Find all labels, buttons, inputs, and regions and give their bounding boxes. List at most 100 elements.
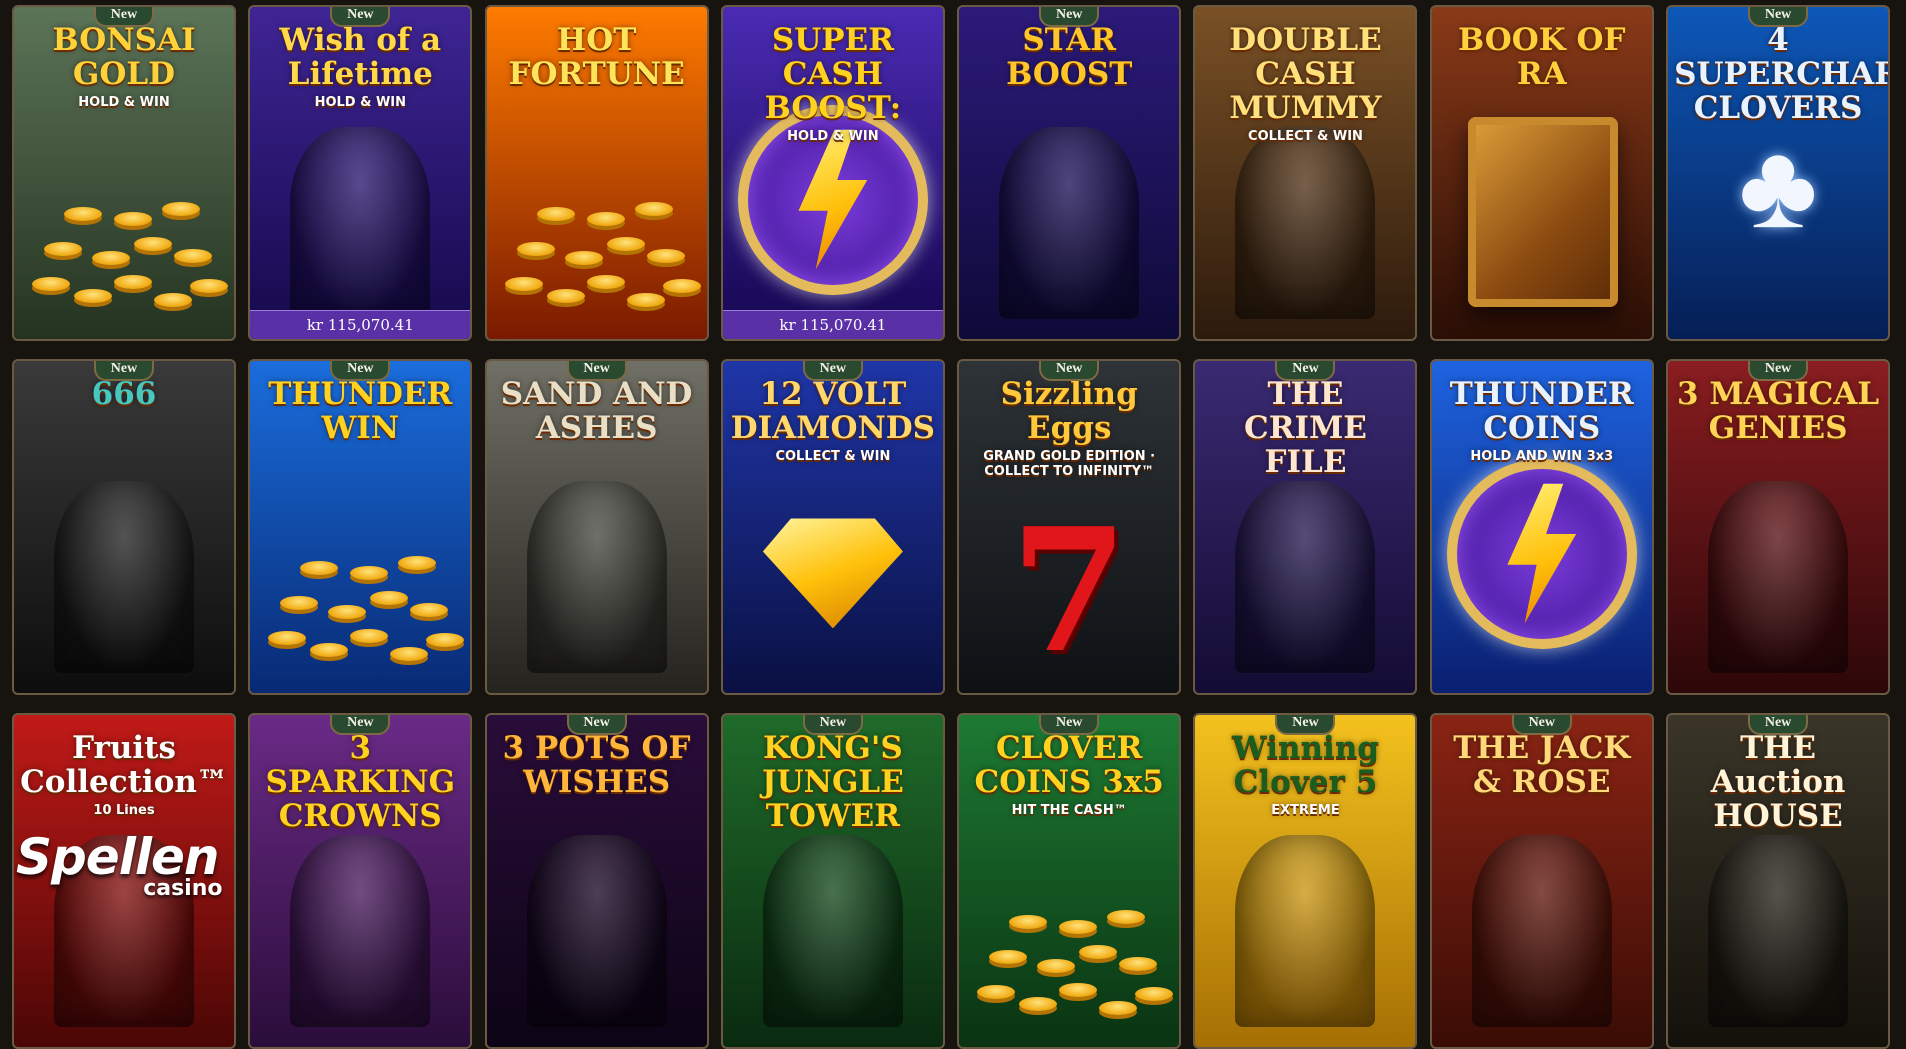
game-title-text: SAND AND ASHES [500,376,693,446]
gold-coin-icon [44,242,82,256]
gold-coin-icon [586,275,625,289]
game-tile[interactable]: DOUBLE CASH MUMMY COLLECT & WIN [1193,5,1418,341]
new-badge: New [1275,715,1336,735]
gold-coin-icon [1079,945,1118,959]
game-title: 3 MAGICAL GENIES [1668,377,1888,445]
game-tile[interactable]: New 666 [12,359,236,695]
game-tile[interactable]: BOOK OF RA [1429,5,1654,341]
game-subtitle: HOLD & WIN [314,95,407,110]
game-tile[interactable]: New 3 MAGICAL GENIES [1666,359,1891,695]
game-subtitle: HOLD & WIN [78,95,170,110]
game-tile[interactable]: New THE Auction HOUSE [1666,713,1891,1049]
game-tile[interactable]: SUPER CASH BOOST: HOLD & WIN kr 115,070.41 [720,5,945,341]
gold-coin-icon [268,631,307,645]
jackpot-amount: kr 115,070.41 [722,310,943,339]
gold-coin-icon [190,279,228,293]
game-title-text: 3 POTS OF WISHES [502,730,691,800]
game-tile[interactable]: New THE JACK & ROSE [1429,713,1654,1049]
game-title: Wish of a Lifetime HOLD & WIN [250,23,470,110]
gold-coin-icon [1037,959,1076,973]
game-tile[interactable]: HOT FORTUNE [484,5,709,341]
gold-coin-icon [626,293,665,307]
game-title-text: DOUBLE CASH MUMMY [1229,22,1382,126]
game-subtitle: HOLD & WIN [787,129,879,144]
gold-coin-icon [546,289,585,303]
gold-coin-icon [516,242,555,256]
gold-coin-icon [390,647,429,661]
game-tile[interactable]: New KONG'S JUNGLE TOWER [720,713,945,1049]
new-badge: New [1748,7,1809,27]
game-title: Sizzling Eggs GRAND GOLD EDITION · COLLEC… [959,377,1179,479]
book-icon [1467,117,1618,307]
logo-subtitle: casino [143,876,223,901]
game-title-text: THE JACK & ROSE [1453,730,1631,800]
game-tile[interactable]: New 12 VOLT DIAMONDS COLLECT & WIN [720,359,945,695]
game-tile[interactable]: New STAR BOOST [957,5,1182,341]
gold-coin-icon [662,279,701,293]
game-title: STAR BOOST [959,23,1179,91]
gold-coin-icon [74,289,112,303]
game-subtitle: HOLD AND WIN 3x3 [1470,449,1614,464]
game-tile[interactable]: New 3 SPARKING CROWNS [248,713,473,1049]
game-title-text: THE CRIME FILE [1244,376,1367,480]
game-tile[interactable]: THUNDER COINS HOLD AND WIN 3x3 [1429,359,1654,695]
game-tile[interactable]: ♣ New4 SUPERCHARGED CLOVERS [1666,5,1891,341]
game-title: KONG'S JUNGLE TOWER [723,731,943,833]
game-title: SAND AND ASHES [487,377,707,445]
game-tile[interactable]: New Winning Clover 5 EXTREME [1193,713,1418,1049]
new-badge: New [1275,361,1336,381]
game-tile[interactable]: New THE CRIME FILE [1193,359,1418,695]
new-badge: New [1748,361,1809,381]
game-title: CLOVER COINS 3x5 HIT THE CASH™ [959,731,1179,818]
new-badge: New [330,361,391,381]
gold-coin-icon [504,277,543,291]
new-badge: New [566,361,627,381]
games-grid: New BONSAI GOLD HOLD & WIN New Wish of a Lif… [12,5,1891,1049]
character-figure-icon [1235,127,1376,319]
gold-coin-icon [350,629,389,643]
game-tile[interactable]: New THUNDER WIN [248,359,473,695]
gold-coin-icon [154,293,192,307]
game-tile[interactable]: New Wish of a Lifetime HOLD & WIN kr 115,07… [248,5,473,341]
gold-coin-icon [1107,910,1146,924]
game-title-text: CLOVER COINS 3x5 [974,730,1164,800]
game-title-text: Sizzling Eggs [1000,376,1138,446]
game-tile[interactable]: New 3 POTS OF WISHES [484,713,709,1049]
character-figure-icon [290,835,431,1027]
gold-coin-icon [370,591,409,605]
game-title-text: SUPER CASH BOOST: [764,22,902,126]
gold-coin-icon [92,251,130,265]
gold-coin-icon [1135,987,1174,1001]
game-tile[interactable]: New CLOVER COINS 3x5 HIT THE CASH™ [957,713,1182,1049]
game-title-text: Fruits Collection™ [20,730,228,800]
game-title-text: Wish of a Lifetime [279,22,442,92]
game-title-text: STAR BOOST [1006,22,1133,92]
game-title: SUPER CASH BOOST: HOLD & WIN [723,23,943,144]
gold-coin-icon [426,633,465,647]
gold-coin-icon [174,249,212,263]
game-tile[interactable]: New SAND AND ASHES [484,359,709,695]
spellen-casino-logo: Spellen casino [16,832,223,901]
new-badge: New [566,715,627,735]
new-badge: New [1039,361,1100,381]
game-title: Winning Clover 5 EXTREME [1195,731,1415,818]
diamond-icon [762,518,903,629]
character-figure-icon [1708,835,1849,1027]
game-subtitle: HIT THE CASH™ [1011,803,1127,818]
character-figure-icon [1235,481,1376,673]
new-badge: New [94,361,154,381]
game-subtitle: COLLECT & WIN [775,449,891,464]
gold-coin-icon [586,212,625,226]
gold-coin-icon [134,237,172,251]
game-subtitle: GRAND GOLD EDITION · COLLECT TO INFINITY… [983,449,1156,479]
game-tile[interactable]: 7 New Sizzling Eggs GRAND GOLD EDITION · CO… [957,359,1182,695]
new-badge: New [1511,715,1572,735]
gold-coin-icon [634,202,673,216]
gold-coin-icon [989,950,1028,964]
character-figure-icon [290,127,431,319]
game-tile[interactable]: New BONSAI GOLD HOLD & WIN [12,5,236,341]
new-badge: New [802,361,863,381]
game-title-text: 666 [91,376,157,412]
new-badge: New [1039,715,1100,735]
gold-coin-icon [280,596,319,610]
